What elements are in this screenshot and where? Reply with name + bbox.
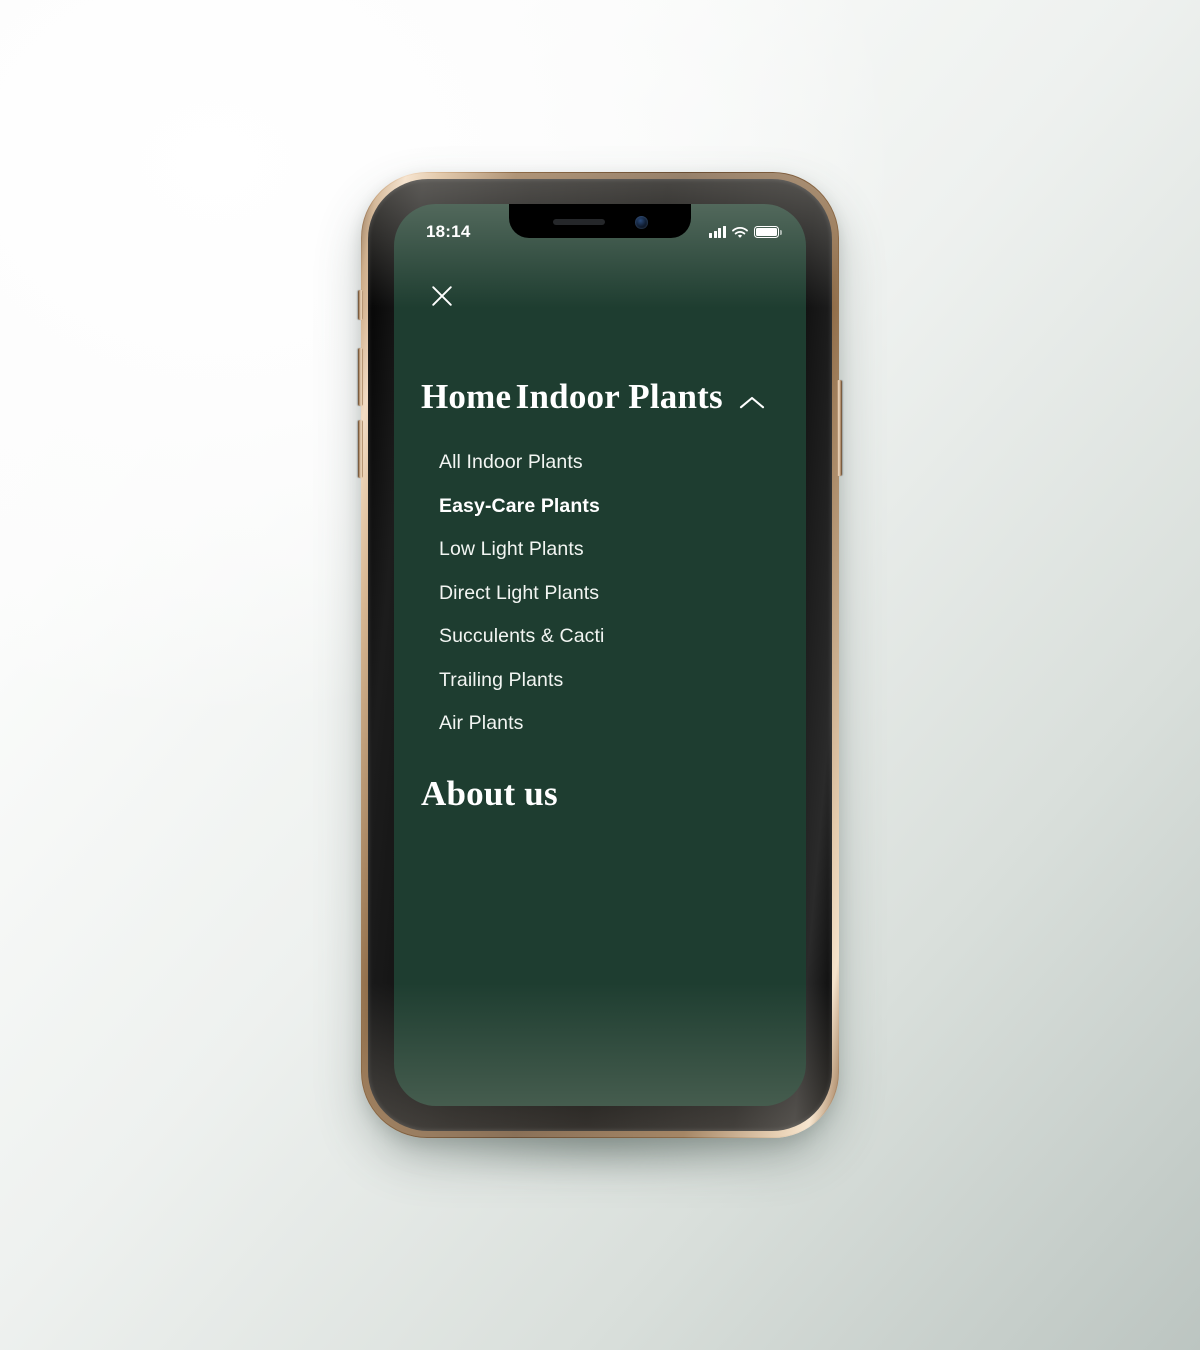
chevron-up-icon[interactable] bbox=[739, 381, 765, 416]
phone-bezel: 18:14 Home Indoor Plants All Indoor Plan… bbox=[368, 179, 832, 1131]
power-button[interactable] bbox=[837, 380, 842, 476]
mobile-menu-overlay: Home Indoor Plants All Indoor Plants Eas… bbox=[394, 204, 806, 1106]
submenu-item-low-light-plants[interactable]: Low Light Plants bbox=[439, 528, 806, 572]
main-navigation: Home Indoor Plants All Indoor Plants Eas… bbox=[394, 366, 806, 822]
phone-device-frame: 18:14 Home Indoor Plants All Indoor Plan… bbox=[358, 172, 842, 1138]
nav-item-about-us[interactable]: About us bbox=[421, 752, 558, 822]
wifi-icon bbox=[732, 226, 748, 239]
close-icon bbox=[431, 285, 453, 312]
notch bbox=[509, 204, 691, 238]
phone-screen: 18:14 Home Indoor Plants All Indoor Plan… bbox=[394, 204, 806, 1106]
nav-item-home-label: Home bbox=[421, 377, 512, 416]
status-bar-clock: 18:14 bbox=[426, 222, 471, 241]
submenu-item-trailing-plants[interactable]: Trailing Plants bbox=[439, 659, 806, 703]
earpiece-speaker-icon bbox=[552, 219, 605, 225]
signal-bars-icon bbox=[709, 226, 726, 239]
nav-item-home[interactable]: Home bbox=[421, 368, 511, 425]
submenu-item-direct-light-plants[interactable]: Direct Light Plants bbox=[439, 572, 806, 616]
close-menu-button[interactable] bbox=[422, 278, 462, 318]
silent-switch-button[interactable] bbox=[358, 290, 363, 320]
status-bar-icons bbox=[709, 225, 782, 239]
submenu-item-easy-care-plants[interactable]: Easy-Care Plants bbox=[439, 485, 806, 529]
front-camera-icon bbox=[634, 215, 648, 229]
submenu-item-all-indoor-plants[interactable]: All Indoor Plants bbox=[439, 441, 806, 485]
nav-item-indoor-plants-label: Indoor Plants bbox=[515, 377, 723, 416]
nav-item-indoor-plants[interactable]: Indoor Plants bbox=[516, 366, 765, 427]
submenu-item-succulents-cacti[interactable]: Succulents & Cacti bbox=[439, 615, 806, 659]
volume-up-button[interactable] bbox=[358, 348, 363, 406]
volume-down-button[interactable] bbox=[358, 420, 363, 478]
battery-full-icon bbox=[754, 225, 782, 239]
indoor-plants-submenu: All Indoor Plants Easy-Care Plants Low L… bbox=[421, 427, 806, 752]
submenu-item-air-plants[interactable]: Air Plants bbox=[439, 702, 806, 746]
nav-item-about-us-label: About us bbox=[421, 773, 558, 813]
